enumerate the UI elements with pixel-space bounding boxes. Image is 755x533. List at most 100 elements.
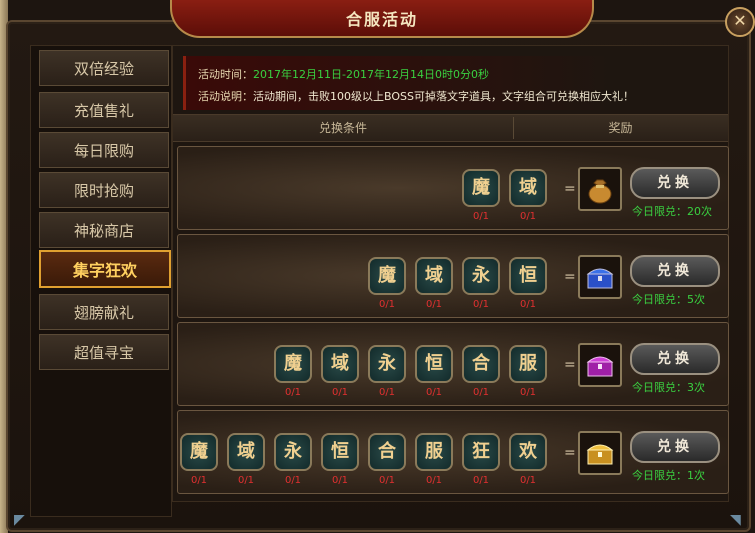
tab-treasure-hunt[interactable]: 超值寻宝: [39, 334, 169, 370]
main-panel: 活动时间：2017年12月11日-2017年12月14日0时0分0秒 活动说明：…: [172, 45, 729, 502]
word-tile[interactable]: 永: [462, 257, 500, 295]
word-slot: 永 0/1: [462, 257, 500, 310]
purple-chest-icon[interactable]: [578, 343, 622, 387]
exchange-button[interactable]: 兑换: [630, 431, 720, 463]
word-tile[interactable]: 永: [274, 433, 312, 471]
equals-sign: =: [564, 181, 576, 197]
word-count: 0/1: [425, 475, 443, 486]
word-slot: 域 0/1: [415, 257, 453, 310]
tab-double-exp[interactable]: 双倍经验: [39, 50, 169, 86]
word-slot: 魔 0/1: [274, 345, 312, 398]
word-slot: 服 0/1: [415, 433, 453, 486]
exchange-row: 魔 0/1 域 0/1 = 兑换今日限兑：20次: [177, 146, 729, 230]
word-tile[interactable]: 狂: [462, 433, 500, 471]
word-count: 0/1: [284, 475, 302, 486]
word-tile[interactable]: 域: [321, 345, 359, 383]
word-slot: 服 0/1: [509, 345, 547, 398]
word-count: 0/1: [519, 299, 537, 310]
word-slot: 永 0/1: [274, 433, 312, 486]
word-count: 0/1: [519, 475, 537, 486]
table-header: 兑换条件 奖励: [173, 114, 728, 142]
exchange-row: 魔 0/1 域 0/1 永 0/1 恒 0/1 = 兑换今日限兑：5次: [177, 234, 729, 318]
daily-limit: 今日限兑：5次: [632, 293, 705, 306]
word-count: 0/1: [472, 475, 490, 486]
word-count: 0/1: [425, 387, 443, 398]
tab-wing-gift[interactable]: 翅膀献礼: [39, 294, 169, 330]
exchange-button[interactable]: 兑换: [630, 255, 720, 287]
word-tile[interactable]: 魔: [180, 433, 218, 471]
event-window: 合服活动 ✕ 双倍经验 充值售礼 每日限购 限时抢购 神秘商店 集字狂欢 翅膀献…: [0, 0, 755, 533]
word-slot: 恒 0/1: [321, 433, 359, 486]
close-button[interactable]: ✕: [725, 7, 755, 37]
word-slot: 欢 0/1: [509, 433, 547, 486]
word-count: 0/1: [237, 475, 255, 486]
word-count: 0/1: [472, 299, 490, 310]
word-count: 0/1: [378, 387, 396, 398]
corner-ornament-icon: ◥: [730, 512, 741, 528]
word-count: 0/1: [331, 475, 349, 486]
word-tile[interactable]: 欢: [509, 433, 547, 471]
title-bar: 合服活动: [170, 0, 594, 38]
word-count: 0/1: [378, 299, 396, 310]
word-slot: 合 0/1: [368, 433, 406, 486]
word-tile[interactable]: 恒: [321, 433, 359, 471]
header-condition: 兑换条件: [318, 121, 367, 135]
word-tile[interactable]: 域: [415, 257, 453, 295]
exchange-row: 魔 0/1 域 0/1 永 0/1 恒 0/1 合 0/1 服 0/1 = 兑换今日限兑：3次: [177, 322, 729, 406]
equals-sign: =: [564, 357, 576, 373]
word-slot: 恒 0/1: [509, 257, 547, 310]
word-slot: 恒 0/1: [415, 345, 453, 398]
word-tile[interactable]: 服: [415, 433, 453, 471]
word-count: 0/1: [425, 299, 443, 310]
word-tile[interactable]: 域: [227, 433, 265, 471]
daily-limit: 今日限兑：1次: [632, 469, 705, 482]
word-slot: 狂 0/1: [462, 433, 500, 486]
word-tile[interactable]: 合: [368, 433, 406, 471]
word-slot: 永 0/1: [368, 345, 406, 398]
word-count: 0/1: [519, 211, 537, 222]
tab-collect-words[interactable]: 集字狂欢: [39, 250, 171, 288]
event-description: 活动说明：活动期间，击败100级以上BOSS可掉落文字道具，文字组合可兑换相应大…: [198, 90, 634, 103]
tab-flash-sale[interactable]: 限时抢购: [39, 172, 169, 208]
equals-sign: =: [564, 445, 576, 461]
window-title: 合服活动: [345, 10, 418, 29]
word-tile[interactable]: 域: [509, 169, 547, 207]
word-tile[interactable]: 恒: [509, 257, 547, 295]
event-time: 活动时间：2017年12月11日-2017年12月14日0时0分0秒: [198, 68, 489, 81]
exchange-button[interactable]: 兑换: [630, 343, 720, 375]
tab-mystery-shop[interactable]: 神秘商店: [39, 212, 169, 248]
corner-ornament-icon: ◤: [14, 512, 25, 528]
word-tile[interactable]: 魔: [462, 169, 500, 207]
word-count: 0/1: [284, 387, 302, 398]
word-slot: 魔 0/1: [180, 433, 218, 486]
word-tile[interactable]: 服: [509, 345, 547, 383]
word-count: 0/1: [331, 387, 349, 398]
daily-limit: 今日限兑：20次: [632, 205, 712, 218]
sidebar: 双倍经验 充值售礼 每日限购 限时抢购 神秘商店 集字狂欢 翅膀献礼 超值寻宝: [30, 45, 172, 517]
exchange-button[interactable]: 兑换: [630, 167, 720, 199]
word-slot: 域 0/1: [227, 433, 265, 486]
gold-chest-icon[interactable]: [578, 431, 622, 475]
tab-recharge-gift[interactable]: 充值售礼: [39, 92, 169, 128]
word-slot: 魔 0/1: [462, 169, 500, 222]
tab-daily-limit[interactable]: 每日限购: [39, 132, 169, 168]
word-tile[interactable]: 永: [368, 345, 406, 383]
blue-chest-icon[interactable]: [578, 255, 622, 299]
word-count: 0/1: [378, 475, 396, 486]
close-icon: ✕: [733, 11, 747, 30]
word-slot: 魔 0/1: [368, 257, 406, 310]
word-count: 0/1: [190, 475, 208, 486]
daily-limit: 今日限兑：3次: [632, 381, 705, 394]
word-tile[interactable]: 魔: [274, 345, 312, 383]
word-count: 0/1: [519, 387, 537, 398]
word-tile[interactable]: 恒: [415, 345, 453, 383]
word-slot: 域 0/1: [509, 169, 547, 222]
money-bag-icon[interactable]: [578, 167, 622, 211]
equals-sign: =: [564, 269, 576, 285]
exchange-row: 魔 0/1 域 0/1 永 0/1 恒 0/1 合 0/1 服 0/1 狂 0/1 欢 0/1 = 兑换今日限兑：…: [177, 410, 729, 494]
header-reward: 奖励: [608, 121, 633, 135]
word-tile[interactable]: 合: [462, 345, 500, 383]
word-count: 0/1: [472, 387, 490, 398]
word-tile[interactable]: 魔: [368, 257, 406, 295]
word-count: 0/1: [472, 211, 490, 222]
